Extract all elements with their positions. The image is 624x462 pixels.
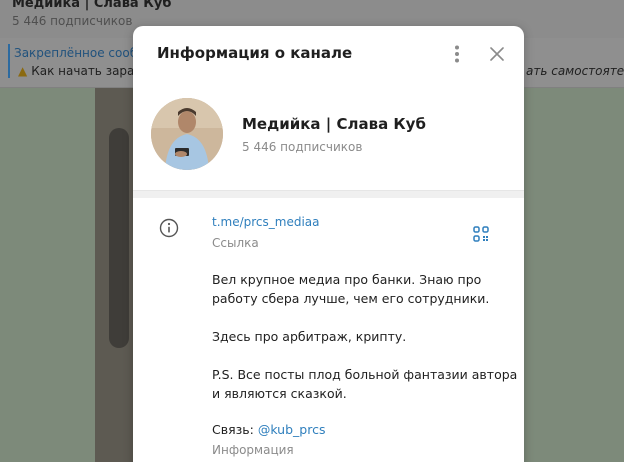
more-vertical-icon — [455, 45, 459, 63]
contact-line: Связь: @kub_prcs — [212, 422, 325, 437]
more-button[interactable] — [443, 40, 471, 68]
contact-label: Информация — [212, 443, 294, 457]
info-icon — [159, 218, 179, 238]
dialog-header: Информация о канале — [133, 26, 524, 82]
subscriber-count: 5 446 подписчиков — [242, 140, 363, 154]
contact-prefix: Связь: — [212, 422, 258, 437]
qr-code-button[interactable] — [469, 222, 493, 246]
description-paragraph-3: P.S. Все посты плод больной фантазии авт… — [212, 367, 518, 401]
description-paragraph-1: Вел крупное медиа про банки. Знаю про ра… — [212, 272, 490, 306]
description-paragraph-2: Здесь про арбитраж, крипту. — [212, 329, 407, 344]
pinned-title: Закреплённое сооб — [14, 46, 138, 60]
chat-subscribers: 5 446 подписчиков — [12, 14, 133, 28]
qr-code-icon — [473, 226, 489, 242]
chat-photo — [95, 88, 135, 462]
avatar-image — [151, 98, 223, 170]
pinned-bar — [8, 44, 10, 78]
message-preview-text: ать самостоятел — [526, 64, 624, 78]
pinned-text: ▲ Как начать зара — [18, 64, 135, 78]
close-button[interactable] — [483, 40, 511, 68]
link-label: Ссылка — [212, 236, 259, 250]
chat-title: Медийка | Слава Куб — [12, 0, 172, 11]
channel-name: Медийка | Слава Куб — [242, 115, 426, 133]
channel-info-dialog: Информация о канале Медийка | Слава Куб … — [133, 26, 524, 462]
info-section: t.me/prcs_mediaa Ссылка Вел крупное меди… — [133, 198, 524, 462]
section-divider — [133, 190, 524, 198]
dialog-title: Информация о канале — [157, 44, 353, 62]
close-icon — [490, 47, 504, 61]
contact-handle-link[interactable]: @kub_prcs — [258, 422, 326, 437]
channel-avatar[interactable] — [151, 98, 223, 170]
channel-profile: Медийка | Слава Куб 5 446 подписчиков — [133, 82, 524, 190]
channel-link[interactable]: t.me/prcs_mediaa — [212, 215, 320, 229]
chart-icon: ▲ — [18, 64, 28, 78]
